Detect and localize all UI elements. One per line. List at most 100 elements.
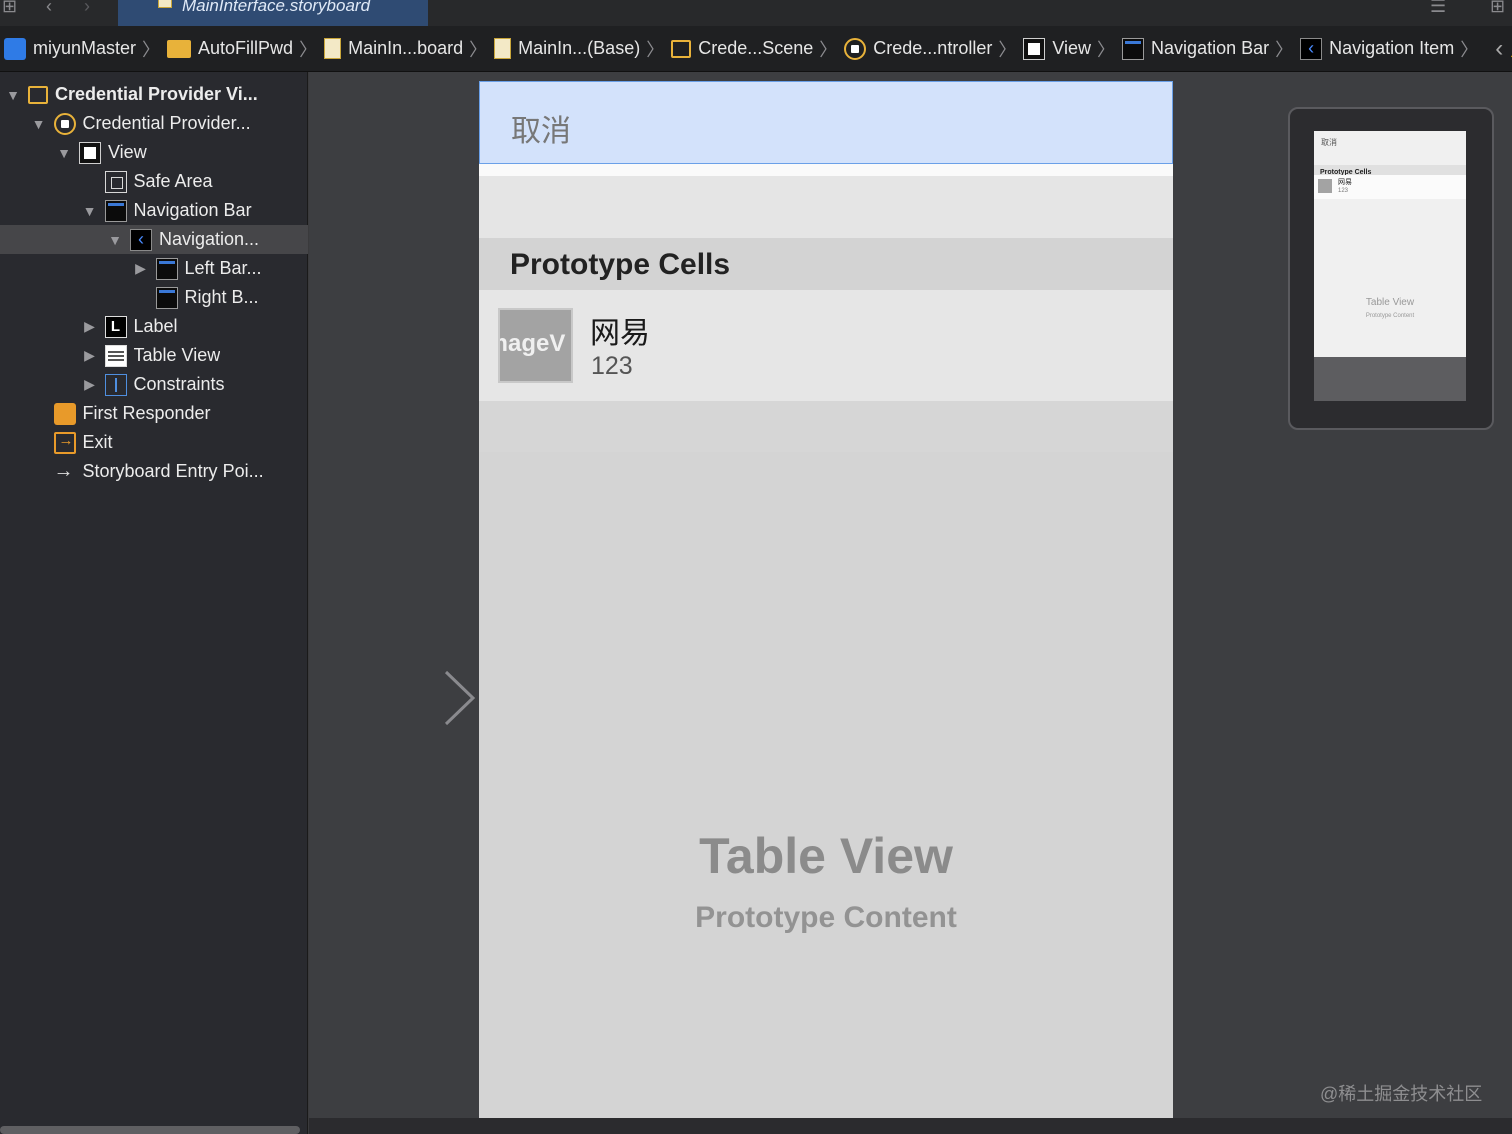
- tab-strip: ⊞ ‹ › MainInterface.storyboard ☰ ⊞: [0, 0, 1512, 26]
- nav-separator: [479, 164, 1173, 176]
- outline-label: Navigation Bar: [133, 200, 252, 220]
- outline-label: First Responder: [82, 403, 211, 423]
- breadcrumb-item[interactable]: Navigation Bar 〉: [1122, 36, 1300, 62]
- breadcrumb-item[interactable]: AutoFillPwd 〉: [167, 36, 324, 62]
- breadcrumb-label: View: [1052, 38, 1092, 58]
- label-area[interactable]: [479, 176, 1173, 238]
- prototype-cells-header: Prototype Cells: [479, 238, 1173, 290]
- outline-row[interactable]: Safe Area: [0, 167, 308, 196]
- breadcrumb-separator-icon: 〉: [142, 39, 161, 60]
- outline-label: Left Bar...: [184, 258, 262, 278]
- breadcrumb-separator-icon: 〉: [646, 39, 665, 60]
- outline-row[interactable]: ▼ Navigation Bar: [0, 196, 308, 225]
- view-icon: [1023, 37, 1046, 60]
- navigation-bar[interactable]: 取消: [479, 81, 1173, 164]
- menu-lines-icon[interactable]: ☰: [1430, 0, 1446, 17]
- outline-row[interactable]: ▶ Left Bar...: [0, 254, 308, 283]
- disclosure-expanded-icon[interactable]: ▼: [81, 203, 99, 219]
- breadcrumb-item[interactable]: Crede...ntroller 〉: [844, 36, 1023, 62]
- view-controller-icon: [53, 112, 76, 135]
- breadcrumb-separator-icon: 〉: [1275, 39, 1294, 60]
- view-controller-icon: [844, 37, 867, 60]
- breadcrumb-label: Navigation Item: [1329, 38, 1455, 58]
- outline-row[interactable]: ▼ ‹ Navigation...: [0, 225, 308, 254]
- scene-icon: [671, 39, 692, 58]
- add-editor-icon[interactable]: ⊞: [1490, 0, 1505, 17]
- cancel-bar-button[interactable]: 取消: [511, 106, 571, 150]
- disclosure-expanded-icon[interactable]: ▼: [55, 145, 73, 161]
- breadcrumb-item[interactable]: View 〉: [1023, 36, 1122, 62]
- breadcrumb-label: MainIn...board: [348, 38, 464, 58]
- navigation-item-icon: ‹: [1300, 37, 1323, 60]
- breadcrumb-item[interactable]: miyunMaster 〉: [4, 36, 167, 62]
- storyboard-icon: [494, 38, 512, 59]
- view-icon: [79, 141, 101, 164]
- table-view-placeholder-title: Table View: [699, 828, 953, 884]
- disclosure-expanded-icon[interactable]: ▼: [4, 87, 22, 103]
- minimap-cell-sub: 123: [1338, 188, 1349, 194]
- disclosure-collapsed-icon[interactable]: ▶: [81, 376, 99, 393]
- outline-row[interactable]: ▼ Credential Provider Vi...: [0, 80, 308, 109]
- outline-row[interactable]: Right B...: [0, 283, 308, 312]
- disclosure-collapsed-icon[interactable]: ▶: [81, 318, 99, 335]
- disclosure-expanded-icon[interactable]: ▼: [30, 116, 48, 132]
- outline-label: Constraints: [133, 374, 225, 394]
- minimap-table-sub: Prototype Content: [1365, 313, 1415, 319]
- outline-label: View: [108, 142, 147, 162]
- issue-prev-icon[interactable]: ‹: [1495, 35, 1503, 63]
- minimap-image-icon: [1318, 179, 1332, 193]
- breadcrumb-item[interactable]: MainIn...(Base) 〉: [494, 36, 671, 62]
- entry-point-arrow-icon[interactable]: [320, 670, 480, 726]
- disclosure-collapsed-icon[interactable]: ▶: [132, 260, 150, 277]
- breadcrumb-label: Crede...Scene: [698, 38, 814, 58]
- breadcrumb-item[interactable]: Crede...Scene 〉: [671, 36, 844, 62]
- outline-row[interactable]: First Responder: [0, 399, 308, 428]
- breadcrumb-separator-icon: 〉: [299, 39, 318, 60]
- outline-row[interactable]: ▶ L Label: [0, 312, 308, 341]
- outline-label: Storyboard Entry Poi...: [82, 461, 264, 481]
- outline-row[interactable]: ▶ Constraints: [0, 370, 308, 399]
- cell-title-label[interactable]: 网易: [590, 308, 650, 352]
- disclosure-expanded-icon[interactable]: ▼: [106, 232, 124, 248]
- navigation-item-icon: ‹: [130, 228, 152, 251]
- bar-button-icon: [155, 257, 178, 280]
- outline-row[interactable]: ▶ Table View: [0, 341, 308, 370]
- prototype-cell[interactable]: ImageV 网易 123: [479, 290, 1173, 401]
- canvas-status-bar: [309, 1118, 1512, 1134]
- minimap[interactable]: 取消 Prototype Cells 网易 123 Table View Pro…: [1288, 107, 1494, 430]
- back-arrow-icon[interactable]: ‹: [46, 0, 52, 17]
- navigation-bar-icon: [104, 199, 127, 222]
- outline-row[interactable]: ▼ Credential Provider...: [0, 109, 308, 138]
- minimap-cancel: 取消: [1321, 138, 1337, 147]
- outline-label: Safe Area: [133, 171, 213, 191]
- view-controller-scene[interactable]: 取消 Prototype Cells ImageV 网易 123 Table V…: [479, 81, 1173, 1121]
- outline-row[interactable]: → Storyboard Entry Poi...: [0, 457, 308, 486]
- minimap-cell: 网易 123: [1314, 175, 1466, 199]
- tab-main-interface[interactable]: MainInterface.storyboard: [118, 0, 428, 26]
- table-view-placeholder-subtitle: Prototype Content: [695, 901, 957, 934]
- table-view-body[interactable]: [479, 452, 1173, 1121]
- minimap-table-title: Table View: [1365, 297, 1415, 308]
- outline-row[interactable]: ▼ View: [0, 138, 308, 167]
- image-view-placeholder[interactable]: ImageV: [498, 308, 573, 383]
- outline-scrollbar[interactable]: [0, 1126, 300, 1134]
- folder-icon: [167, 39, 192, 58]
- prototype-cells-title: Prototype Cells: [510, 248, 731, 281]
- outline-label: Table View: [133, 345, 221, 365]
- breadcrumb-item[interactable]: ‹ Navigation Item 〉: [1300, 36, 1485, 62]
- document-outline: ▼ Credential Provider Vi... ▼ Credential Pr…: [0, 72, 308, 1134]
- disclosure-collapsed-icon[interactable]: ▶: [81, 347, 99, 364]
- breadcrumb-label: miyunMaster: [33, 38, 137, 58]
- forward-arrow-icon[interactable]: ›: [84, 0, 90, 17]
- xcode-window: ⊞ ‹ › MainInterface.storyboard ☰ ⊞ miyun…: [0, 0, 1512, 1134]
- minimap-viewport-shade: [1314, 357, 1466, 401]
- outline-label: Credential Provider Vi...: [55, 84, 258, 104]
- breadcrumb-separator-icon: 〉: [469, 39, 488, 60]
- breadcrumb-item[interactable]: MainIn...board 〉: [324, 36, 494, 62]
- outline-row[interactable]: Exit: [0, 428, 308, 457]
- table-view-icon: [104, 344, 127, 367]
- breadcrumb-separator-icon: 〉: [1097, 39, 1116, 60]
- cell-subtitle-label[interactable]: 123: [591, 352, 633, 381]
- grid-icon[interactable]: ⊞: [2, 0, 17, 17]
- breadcrumb-separator-icon: 〉: [998, 39, 1017, 60]
